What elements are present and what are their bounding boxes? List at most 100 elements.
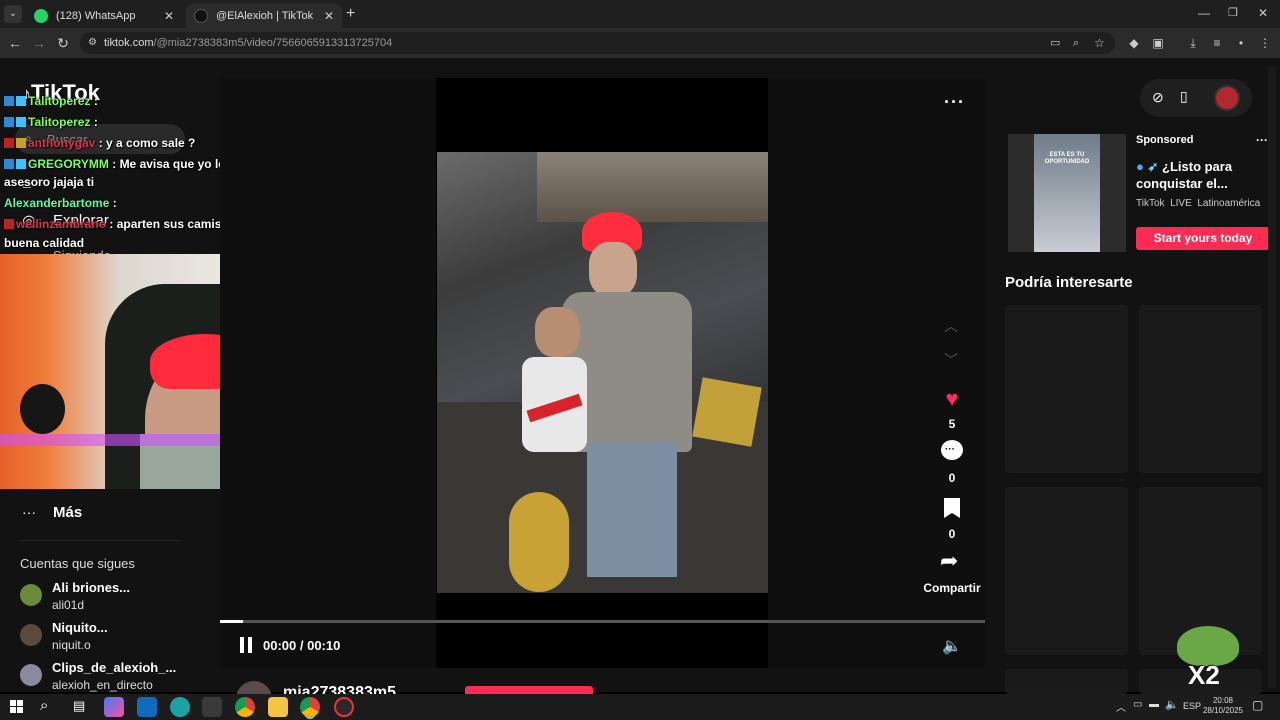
obs-icon[interactable] — [334, 697, 354, 717]
followed-account[interactable]: Ali briones... ali01d — [20, 580, 215, 620]
sponsored-label: Sponsored — [1136, 134, 1194, 146]
account-name: Ali briones... — [52, 580, 131, 595]
url-host: tiktok.com — [104, 37, 154, 49]
account-handle: niquit.o — [52, 638, 91, 652]
progress-bar[interactable] — [220, 620, 985, 623]
tray-language[interactable]: ESP — [1183, 701, 1201, 711]
tray-chevron-icon[interactable]: ︿ — [1116, 699, 1126, 714]
windows-taskbar: ⌕ ▤ ︿ ▭ ▬ 🔈 ESP 20:08 28/10/2025 ▢ — [0, 694, 1280, 720]
girl-face — [535, 307, 580, 357]
chat-line: Talitoperez : — [4, 115, 98, 129]
bookmark-star-icon[interactable]: ☆ — [1094, 32, 1105, 54]
avatar — [20, 584, 42, 606]
edge-icon[interactable] — [170, 697, 190, 717]
forward-icon[interactable]: → — [30, 34, 48, 52]
close-tab-icon[interactable]: ✕ — [164, 9, 174, 23]
start-icon[interactable] — [10, 700, 23, 713]
menu-icon[interactable]: ⋮ — [1257, 34, 1273, 52]
extension-icon[interactable]: ◆ — [1126, 34, 1142, 52]
suggestions-title: Podría interesarte — [1005, 274, 1133, 291]
site-info-icon[interactable]: ⚙ — [88, 32, 97, 54]
ad-more-icon[interactable]: ··· — [1256, 133, 1268, 147]
avatar — [20, 664, 42, 686]
outlook-icon[interactable] — [137, 697, 157, 717]
close-tab-icon[interactable]: ✕ — [324, 9, 334, 23]
new-tab-icon[interactable]: + — [346, 5, 355, 23]
time-readout: 00:00 / 00:10 — [263, 638, 341, 653]
account-name: Niquito... — [52, 620, 108, 635]
copilot-icon[interactable] — [104, 697, 124, 717]
download-icon[interactable]: ⤓ — [1185, 34, 1201, 52]
compass-icon[interactable]: ⊘ — [1152, 89, 1164, 106]
clock-time: 20:08 — [1212, 696, 1234, 705]
medal-icon: ● — [1136, 159, 1144, 174]
tray-volume-icon[interactable]: 🔈 — [1165, 698, 1179, 711]
tab-search-icon[interactable]: ⌄ — [4, 5, 22, 23]
chrome-icon[interactable] — [235, 697, 255, 717]
video-content[interactable] — [437, 152, 768, 593]
chat-line: buena calidad — [4, 236, 85, 250]
file-explorer-icon[interactable] — [268, 697, 288, 717]
back-icon[interactable]: ← — [6, 34, 24, 52]
volume-icon[interactable]: 🔈 — [942, 636, 962, 656]
url-path: /@mia2738383m5/video/7566065913313725704 — [153, 37, 393, 49]
scrollbar[interactable] — [1268, 66, 1276, 688]
suggestion-card[interactable] — [1005, 669, 1128, 694]
comment-icon[interactable]: ··· — [941, 440, 963, 460]
chat-line: GREGORYMM : Me avisa que yo lo — [4, 157, 226, 171]
close-window-icon[interactable]: ✕ — [1258, 6, 1268, 20]
heart-icon[interactable]: ♥ — [940, 386, 964, 412]
suggestion-card[interactable] — [1005, 305, 1128, 473]
chrome-active-icon[interactable] — [300, 697, 320, 717]
ad-headline[interactable]: ● ➶ ¿Listo para conquistar el... — [1136, 158, 1266, 192]
comment-count: 0 — [948, 471, 956, 485]
sidebar-item-more[interactable]: Más — [53, 504, 82, 521]
address-bar-row: ← → ↻ ⚙ tiktok.com/@mia2738383m5/video/7… — [0, 28, 1280, 58]
ad-cta-button[interactable]: Start yours today — [1136, 227, 1270, 250]
search-icon[interactable]: ⌕ — [40, 697, 48, 714]
tray-clock[interactable]: 20:08 28/10/2025 — [1201, 696, 1245, 716]
tray-network-icon[interactable]: ▭ — [1133, 699, 1142, 710]
notification-icon[interactable]: ▢ — [1252, 698, 1263, 712]
store-icon[interactable] — [202, 697, 222, 717]
more-options-icon[interactable]: ··· — [944, 92, 965, 113]
tab-label: (128) WhatsApp — [56, 9, 136, 22]
ad-thumbnail[interactable]: ESTA ES TU OPORTUNIDAD — [1008, 134, 1126, 252]
zoom-icon[interactable]: ⌕ — [1073, 32, 1079, 54]
more-icon[interactable]: ··· — [22, 504, 36, 520]
clock-date: 28/10/2025 — [1202, 706, 1244, 715]
spider-decoration — [20, 384, 65, 434]
tray-battery-icon[interactable]: ▬ — [1149, 699, 1159, 710]
suggestion-card[interactable] — [1139, 305, 1262, 473]
url-field[interactable]: ⚙ tiktok.com/@mia2738383m5/video/7566065… — [80, 32, 1115, 54]
share-label[interactable]: Compartir — [918, 581, 986, 595]
share-icon[interactable]: ➦ — [940, 548, 958, 574]
tab-whatsapp[interactable]: (128) WhatsApp ✕ — [26, 3, 182, 28]
previous-video-icon[interactable]: ︿ — [944, 316, 958, 336]
tab-tiktok[interactable]: @ElAlexioh | TikTok ✕ — [186, 3, 342, 28]
chat-line: asesoro jajaja ti — [4, 175, 95, 189]
extensions-puzzle-icon[interactable]: ▣ — [1150, 34, 1166, 52]
profile-avatar[interactable] — [1214, 85, 1240, 111]
cast-icon[interactable]: ▭ — [1050, 32, 1060, 54]
followed-account[interactable]: Niquito... niquit.o — [20, 620, 215, 660]
pause-icon[interactable] — [238, 637, 254, 653]
chat-line: anthonygav : y a como sale ? — [4, 136, 195, 150]
yellow-bag — [692, 377, 762, 447]
restore-icon[interactable]: ❐ — [1228, 6, 1238, 19]
account-name: Clips_de_alexioh_... — [52, 660, 177, 675]
whatsapp-icon — [34, 8, 48, 23]
account-handle: ali01d — [52, 598, 85, 612]
like-count: 5 — [948, 417, 956, 431]
reload-icon[interactable]: ↻ — [54, 34, 72, 52]
phone-icon[interactable]: ▯ — [1180, 88, 1188, 105]
profile-icon[interactable]: • — [1233, 34, 1249, 52]
media-icon[interactable]: ≡ — [1209, 34, 1225, 52]
save-count: 0 — [948, 527, 956, 541]
task-view-icon[interactable]: ▤ — [73, 698, 85, 714]
tiktok-icon — [194, 8, 208, 23]
minimize-icon[interactable]: — — [1198, 6, 1210, 20]
next-video-icon[interactable]: ﹀ — [944, 350, 958, 370]
suggestion-card[interactable] — [1005, 487, 1128, 655]
browser-tab-bar: ⌄ (128) WhatsApp ✕ @ElAlexioh | TikTok ✕… — [0, 0, 1280, 28]
